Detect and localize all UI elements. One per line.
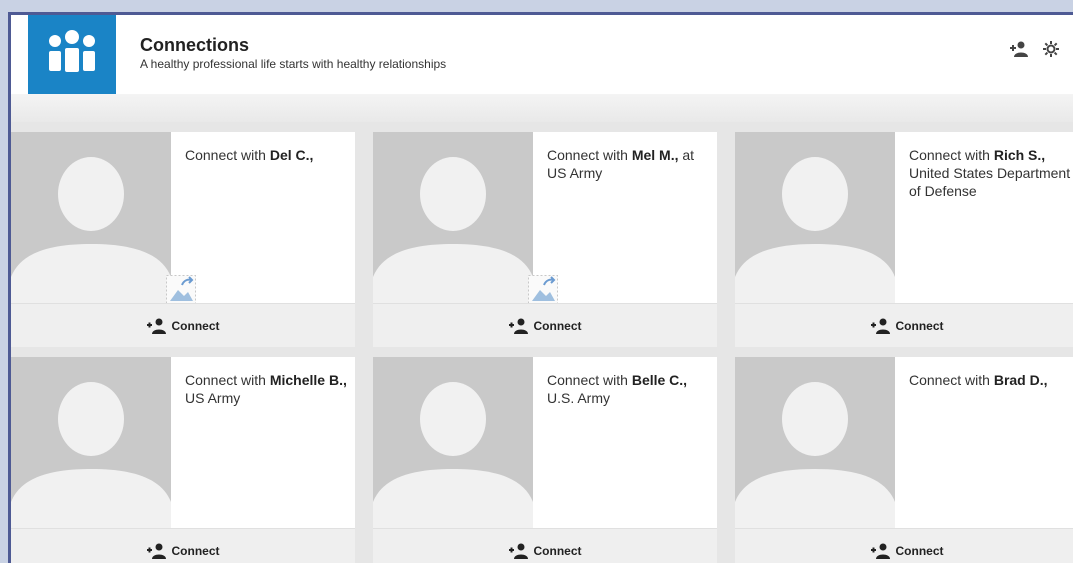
- connections-logo: [28, 15, 116, 94]
- add-connection-icon: [146, 543, 166, 559]
- connect-prefix: Connect with: [547, 147, 628, 163]
- profile-photo[interactable]: [373, 132, 533, 304]
- profile-photo[interactable]: [373, 357, 533, 529]
- connection-text: Connect with Mel M., at US Army: [547, 146, 712, 182]
- add-connection-icon: [508, 318, 528, 334]
- connect-button-label: Connect: [533, 543, 582, 558]
- avatar-placeholder-icon: [735, 382, 895, 529]
- profile-photo[interactable]: [735, 357, 895, 529]
- connection-name[interactable]: Belle C.,: [632, 372, 687, 388]
- connect-button[interactable]: Connect: [11, 303, 355, 347]
- page-title: Connections: [140, 35, 250, 55]
- add-connection-icon: [146, 318, 166, 334]
- avatar-placeholder-icon: [373, 157, 533, 304]
- connect-button[interactable]: Connect: [11, 528, 355, 563]
- connection-text: Connect with Michelle B., US Army: [185, 371, 350, 407]
- connect-prefix: Connect with: [185, 147, 266, 163]
- gear-icon[interactable]: [1041, 39, 1061, 59]
- connection-card: Connect with Brad D., Connect: [735, 357, 1073, 563]
- connection-name[interactable]: Rich S.,: [994, 147, 1045, 163]
- connect-prefix: Connect with: [547, 372, 628, 388]
- connection-detail: US Army: [185, 390, 241, 406]
- connection-card: Connect with Mel M., at US Army Connect: [373, 132, 717, 347]
- connection-text: Connect with Belle C., U.S. Army: [547, 371, 712, 407]
- header: Connections A healthy professional life …: [11, 15, 1073, 94]
- connection-name[interactable]: Michelle B.,: [270, 372, 347, 388]
- connect-prefix: Connect with: [909, 372, 990, 388]
- connect-prefix: Connect with: [909, 147, 990, 163]
- connection-detail: U.S. Army: [547, 390, 611, 406]
- connection-name[interactable]: Brad D.,: [994, 372, 1048, 388]
- connection-text: Connect with Brad D.,: [909, 371, 1073, 389]
- avatar-placeholder-icon: [373, 382, 533, 529]
- add-connection-icon: [870, 543, 890, 559]
- connection-card: Connect with Michelle B., US Army Connect: [11, 357, 355, 563]
- avatar-placeholder-icon: [11, 157, 171, 304]
- connect-button-label: Connect: [533, 318, 582, 333]
- profile-photo[interactable]: [11, 357, 171, 529]
- add-connection-icon[interactable]: [1009, 39, 1029, 59]
- connect-button[interactable]: Connect: [373, 303, 717, 347]
- toolbar-band: [11, 94, 1073, 122]
- page-subtitle: A healthy professional life starts with …: [140, 57, 447, 71]
- people-logo-icon: [49, 30, 95, 72]
- connect-prefix: Connect with: [185, 372, 266, 388]
- connections-panel: Connections A healthy professional life …: [8, 12, 1073, 563]
- connection-text: Connect with Rich S., United States Depa…: [909, 146, 1073, 200]
- connection-name[interactable]: Del C.,: [270, 147, 314, 163]
- connection-name[interactable]: Mel M.,: [632, 147, 679, 163]
- add-connection-icon: [508, 543, 528, 559]
- connect-button[interactable]: Connect: [373, 528, 717, 563]
- connect-button-label: Connect: [171, 543, 220, 558]
- connect-button[interactable]: Connect: [735, 528, 1073, 563]
- connection-card: Connect with Rich S., United States Depa…: [735, 132, 1073, 347]
- connect-button[interactable]: Connect: [735, 303, 1073, 347]
- connection-detail: United States Department of Defense: [909, 165, 1071, 199]
- broken-image-icon: [528, 275, 558, 305]
- add-connection-icon: [870, 318, 890, 334]
- connection-text: Connect with Del C.,: [185, 146, 350, 164]
- avatar-placeholder-icon: [735, 157, 895, 304]
- connect-button-label: Connect: [171, 318, 220, 333]
- connect-button-label: Connect: [895, 318, 944, 333]
- header-actions: [1009, 39, 1061, 59]
- connect-button-label: Connect: [895, 543, 944, 558]
- connection-card: Connect with Belle C., U.S. Army Connect: [373, 357, 717, 563]
- avatar-placeholder-icon: [11, 382, 171, 529]
- profile-photo[interactable]: [735, 132, 895, 304]
- connection-card: Connect with Del C., Connect: [11, 132, 355, 347]
- broken-image-icon: [166, 275, 196, 305]
- profile-photo[interactable]: [11, 132, 171, 304]
